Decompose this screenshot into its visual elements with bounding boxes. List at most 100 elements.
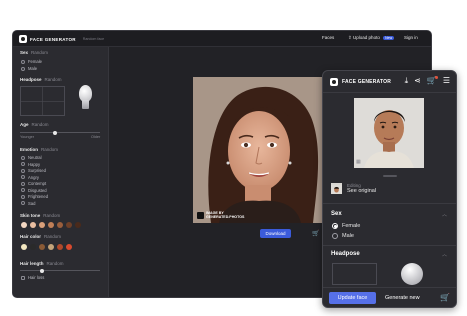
sex-option-female[interactable]: Female	[21, 59, 42, 64]
sex-random[interactable]: Random	[31, 50, 48, 55]
age-min-label: Younger	[20, 135, 35, 139]
head-model-icon[interactable]	[77, 85, 94, 110]
emotion-option[interactable]: Disgusted	[21, 188, 47, 193]
nav-sign-in[interactable]: Sign in	[404, 35, 418, 40]
age-section-title: Age Random	[20, 122, 49, 127]
emotion-option[interactable]: Happy	[21, 162, 40, 167]
chevron-up-icon[interactable]: ︿	[442, 251, 447, 258]
radio-icon	[21, 188, 25, 192]
editing-row[interactable]: Editing See original	[331, 183, 376, 194]
watermark: IMAGE BY GENERATED.PHOTOS	[197, 211, 244, 219]
divider	[323, 203, 456, 204]
hair-length-section-title: Hair length Random	[20, 261, 64, 266]
emotion-option[interactable]: Contempt	[21, 181, 46, 186]
editing-text: Editing See original	[347, 183, 376, 194]
download-icon[interactable]: ⤓	[405, 76, 409, 86]
option-label: Happy	[28, 161, 41, 167]
skin-random[interactable]: Random	[43, 213, 60, 218]
skin-tone-swatch[interactable]	[30, 222, 36, 228]
nav-faces[interactable]: Faces	[322, 35, 334, 40]
hair-length-slider-handle[interactable]	[40, 268, 44, 273]
radio-icon	[21, 194, 25, 199]
sex-section-title: Sex Random	[20, 50, 48, 55]
brand[interactable]: FACE GENERATOR Random face	[19, 35, 104, 43]
option-label: Frightened	[28, 194, 49, 199]
watermark-line2: GENERATED.PHOTOS	[206, 215, 245, 219]
hair-color-swatch[interactable]	[21, 244, 27, 250]
nav-upload-photo[interactable]: ⇪ Upload photo New	[348, 35, 395, 41]
emotion-random[interactable]: Random	[41, 147, 58, 152]
divider	[323, 245, 456, 246]
see-original-link[interactable]: See original	[347, 188, 376, 194]
hair-color-swatch[interactable]	[30, 244, 36, 250]
man-face-illustration	[354, 98, 424, 168]
hair-color-swatch[interactable]	[57, 244, 63, 250]
share-icon[interactable]: ⋖	[414, 76, 421, 86]
skin-tone-swatch[interactable]	[39, 222, 45, 228]
menu-icon[interactable]: ☰	[443, 76, 450, 86]
age-random[interactable]: Random	[32, 122, 49, 127]
download-button[interactable]: Download	[260, 229, 291, 238]
headpose-random[interactable]: Random	[45, 77, 62, 82]
emotion-option[interactable]: Frightened	[21, 194, 48, 199]
radio-icon	[21, 168, 25, 173]
mobile-header-icons: ⤓ ⋖ 🛒 ☰	[405, 76, 450, 86]
cart-icon[interactable]: 🛒	[312, 230, 319, 237]
age-slider-handle[interactable]	[53, 130, 57, 135]
skin-tone-swatch[interactable]	[57, 222, 63, 228]
option-label: Male	[28, 66, 38, 71]
image-corner-icon: ▦	[356, 159, 361, 165]
generate-new-button[interactable]: Generate new	[385, 292, 420, 304]
head-model-icon[interactable]	[401, 263, 423, 285]
emotion-option[interactable]: Surprised	[21, 168, 46, 173]
hair-color-random[interactable]: Random	[44, 234, 61, 239]
emotion-option[interactable]: Sad	[21, 201, 35, 206]
sex-title: Sex	[20, 50, 29, 55]
radio-icon	[21, 201, 25, 205]
sex-option-male[interactable]: Male	[21, 66, 37, 71]
cart-icon[interactable]: 🛒	[440, 292, 450, 304]
chevron-up-icon[interactable]: ︿	[442, 211, 447, 218]
radio-icon	[21, 162, 25, 166]
cart-icon[interactable]: 🛒	[427, 76, 438, 86]
skin-tone-swatch[interactable]	[66, 222, 72, 228]
skin-tone-swatch[interactable]	[75, 222, 81, 228]
mobile-generated-face-image	[354, 98, 424, 168]
update-face-button[interactable]: Update face	[329, 292, 376, 304]
sex-option-male[interactable]: Male	[332, 233, 354, 239]
emotion-title: Emotion	[20, 147, 38, 152]
option-label: Male	[342, 233, 354, 239]
headpose-section-title: Headpose	[331, 251, 360, 257]
woman-face-illustration	[193, 77, 324, 223]
hair-length-title: Hair length	[20, 261, 44, 266]
hair-color-swatch[interactable]	[48, 244, 54, 250]
hair-length-slider[interactable]	[20, 268, 100, 273]
headpose-title: Headpose	[20, 77, 42, 82]
hair-color-section-title: Hair color Random	[20, 234, 61, 239]
sex-section-title: Sex	[331, 211, 342, 217]
emotion-option[interactable]: Neutral	[21, 155, 42, 160]
option-label: Contempt	[28, 181, 47, 186]
watermark-logo-icon	[197, 211, 204, 219]
option-label: Female	[342, 223, 361, 229]
headpose-grid[interactable]	[332, 263, 377, 285]
hair-length-random[interactable]: Random	[47, 261, 64, 266]
sex-option-female[interactable]: Female	[332, 223, 360, 229]
headpose-grid[interactable]	[20, 86, 65, 116]
skin-tone-swatch[interactable]	[21, 222, 27, 228]
mobile-brand[interactable]: FACE GENERATOR	[330, 78, 391, 86]
option-label: Hair loss	[28, 275, 45, 280]
skin-tone-swatch[interactable]	[48, 222, 54, 228]
emotion-option[interactable]: Angry	[21, 175, 39, 180]
logo-icon	[330, 78, 338, 86]
brand-subtitle: Random face	[82, 37, 105, 41]
age-slider[interactable]	[20, 130, 100, 135]
hair-color-swatch[interactable]	[39, 244, 45, 250]
option-label: Surprised	[28, 168, 46, 173]
hair-loss-option[interactable]: Hair loss	[21, 275, 44, 280]
hair-color-swatch[interactable]	[66, 244, 72, 250]
top-bar: FACE GENERATOR Random face Faces ⇪ Uploa…	[13, 31, 431, 47]
page: FACE GENERATOR Random face Faces ⇪ Uploa…	[0, 0, 467, 316]
drag-handle[interactable]	[383, 175, 397, 177]
generated-face-image: IMAGE BY GENERATED.PHOTOS	[193, 77, 324, 223]
